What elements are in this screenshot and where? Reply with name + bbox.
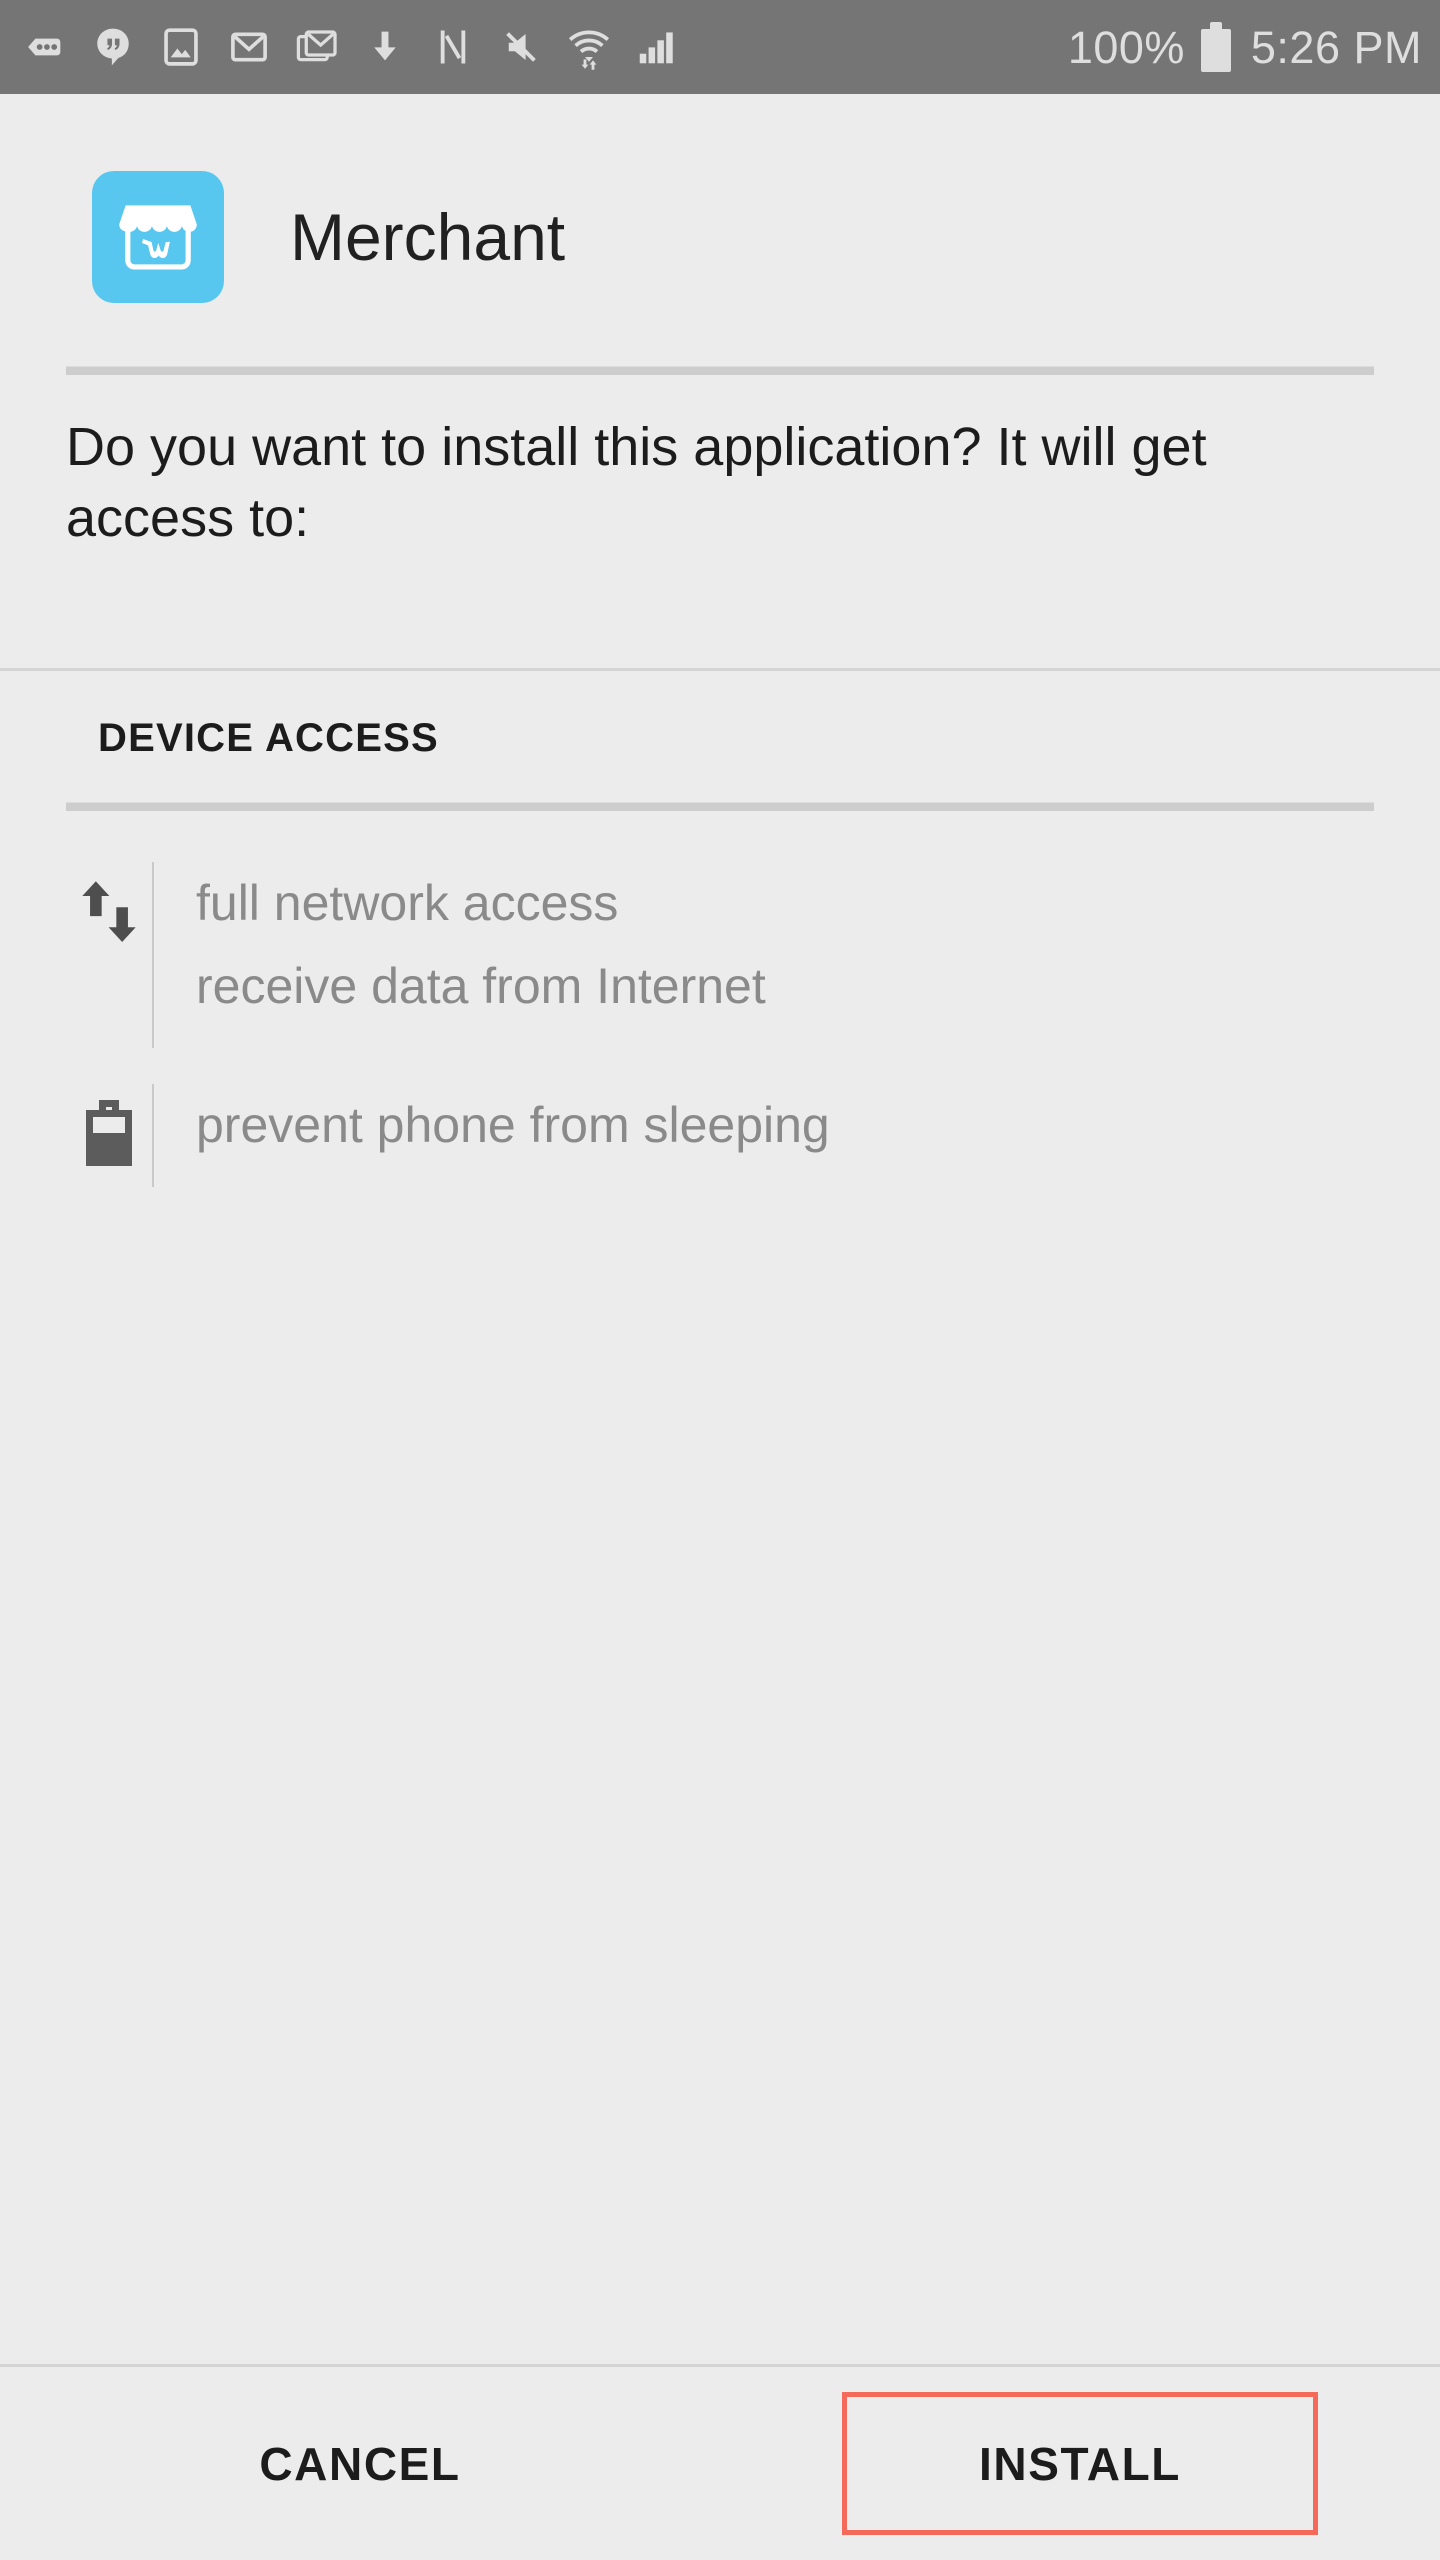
photos-icon: [150, 16, 212, 78]
permission-line: prevent phone from sleeping: [196, 1097, 830, 1153]
battery-wakelock-icon: [66, 1084, 152, 1166]
hangouts-icon: [82, 16, 144, 78]
cellular-signal-icon: [626, 16, 688, 78]
status-bar-system-info: 100% 5:26 PM: [1068, 22, 1422, 72]
prompt-divider: [0, 668, 1440, 671]
footer-button-bar: CANCEL INSTALL: [0, 2367, 1440, 2560]
permission-line: full network access: [196, 875, 619, 931]
permission-line: receive data from Internet: [196, 958, 766, 1014]
battery-percent-label: 100%: [1067, 21, 1185, 73]
permission-text-group: prevent phone from sleeping: [196, 1084, 1440, 1187]
list-item: prevent phone from sleeping: [0, 1084, 1440, 1187]
nfc-icon: [422, 16, 484, 78]
title-divider: [66, 366, 1374, 375]
install-prompt-text: Do you want to install this application?…: [66, 417, 1207, 549]
install-button[interactable]: INSTALL: [979, 2437, 1181, 2491]
install-button-highlight[interactable]: INSTALL: [842, 2392, 1318, 2535]
cancel-button-cell[interactable]: CANCEL: [0, 2367, 720, 2560]
cancel-button[interactable]: CANCEL: [259, 2437, 460, 2491]
wifi-icon: [558, 16, 620, 78]
list-item: full network access receive data from In…: [0, 862, 1440, 1048]
install-button-cell[interactable]: INSTALL: [720, 2367, 1440, 2560]
merchant-storefront-icon: [92, 171, 224, 303]
status-clock-label: 5:26 PM: [1250, 21, 1422, 73]
device-access-divider: [66, 802, 1374, 811]
page-title: Merchant: [290, 200, 566, 274]
messages-dots-icon: [14, 16, 76, 78]
permission-divider: [152, 1084, 154, 1187]
status-bar[interactable]: 100% 5:26 PM: [0, 0, 1440, 94]
mute-icon: [490, 16, 552, 78]
permission-text-group: full network access receive data from In…: [196, 862, 1440, 1048]
gmail-icon: [218, 16, 280, 78]
permission-list: full network access receive data from In…: [0, 862, 1440, 1223]
network-data-arrows-icon: [66, 862, 152, 948]
status-bar-notification-icons: [14, 16, 1068, 78]
device-access-section-title: DEVICE ACCESS: [98, 716, 439, 760]
app-header: Merchant: [0, 94, 1440, 380]
permission-divider: [152, 862, 154, 1048]
battery-full-icon: [1200, 22, 1231, 72]
download-arrow-icon: [354, 16, 416, 78]
gmail-stacked-icon: [286, 16, 348, 78]
